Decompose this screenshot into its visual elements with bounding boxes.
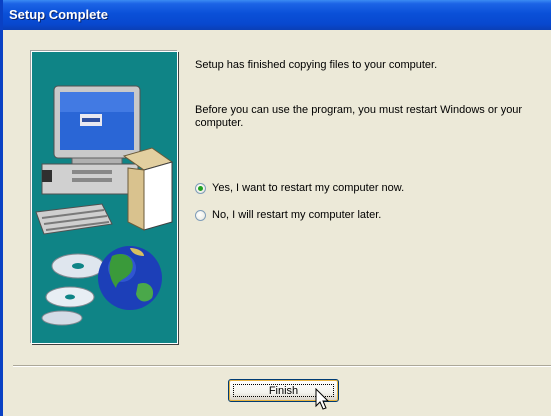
restart-required-message: Before you can use the program, you must… xyxy=(195,104,523,129)
radio-selected-dot xyxy=(198,185,203,191)
setup-illustration xyxy=(31,51,178,344)
restart-now-label[interactable]: Yes, I want to restart my computer now. xyxy=(212,182,404,194)
restart-now-radio[interactable] xyxy=(195,182,206,194)
setup-complete-dialog: Setup Complete Setup has finished copyin… xyxy=(0,0,551,416)
restart-later-radio[interactable] xyxy=(195,209,206,221)
restart-now-option[interactable]: Yes, I want to restart my computer now. xyxy=(195,180,404,196)
restart-later-option[interactable]: No, I will restart my computer later. xyxy=(195,207,381,223)
computer-globe-cd-icon xyxy=(35,85,174,326)
restart-later-label[interactable]: No, I will restart my computer later. xyxy=(212,209,381,221)
arrow-cursor-icon xyxy=(315,388,330,410)
title-bar[interactable]: Setup Complete xyxy=(3,0,551,30)
copy-finished-message: Setup has finished copying files to your… xyxy=(195,59,438,71)
window-title: Setup Complete xyxy=(9,7,108,22)
separator-highlight xyxy=(13,366,551,367)
